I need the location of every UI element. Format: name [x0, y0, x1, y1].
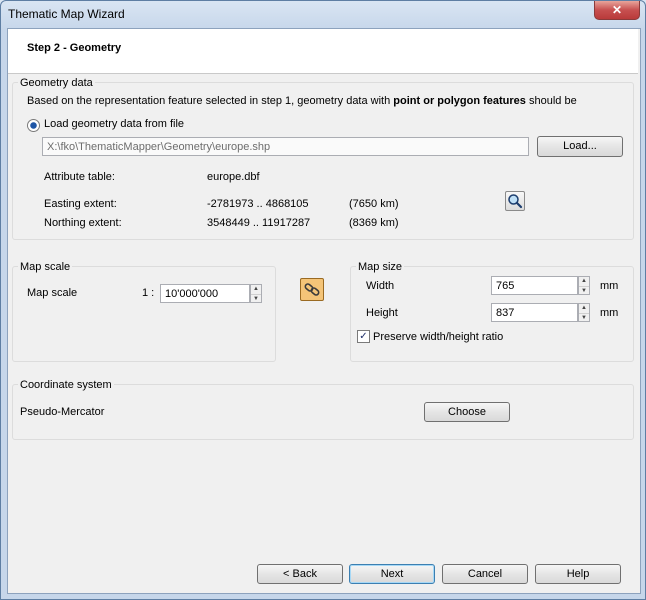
step-title: Step 2 - Geometry [27, 42, 122, 54]
width-unit: mm [600, 280, 619, 292]
map-scale-group [12, 266, 276, 362]
window-title: Thematic Map Wizard [8, 7, 125, 21]
easting-extent-value: -2781973 .. 4868105 [207, 198, 309, 210]
northing-extent-km: (8369 km) [349, 217, 399, 229]
map-scale-group-label: Map scale [18, 261, 73, 273]
height-label: Height [366, 307, 398, 319]
cancel-button[interactable]: Cancel [442, 564, 528, 584]
stepper-up-icon[interactable]: ▲ [251, 285, 261, 295]
close-button[interactable]: ✕ [594, 1, 640, 20]
map-scale-label: Map scale [27, 287, 78, 299]
geometry-desc-suffix: should be [525, 95, 577, 107]
easting-extent-label: Easting extent: [44, 198, 117, 210]
coordinate-system-value: Pseudo-Mercator [20, 406, 105, 418]
map-scale-prefix: 1 : [142, 287, 155, 299]
stepper-up-icon[interactable]: ▲ [579, 277, 589, 287]
geometry-desc-bold: point or polygon features [393, 95, 526, 107]
geometry-group-label: Geometry data [18, 77, 95, 89]
width-stepper[interactable]: ▲ ▼ [578, 276, 590, 295]
width-input[interactable]: 765 [491, 276, 578, 295]
back-button[interactable]: < Back [257, 564, 343, 584]
chain-link-icon [304, 283, 320, 296]
stepper-up-icon[interactable]: ▲ [579, 304, 589, 314]
preserve-ratio-label[interactable]: Preserve width/height ratio [373, 331, 503, 343]
map-size-group-label: Map size [356, 261, 405, 273]
height-input[interactable]: 837 [491, 303, 578, 322]
zoom-extent-button[interactable] [505, 191, 525, 211]
next-button[interactable]: Next [349, 564, 435, 584]
northing-extent-value: 3548449 .. 11917287 [207, 217, 311, 229]
geometry-file-path[interactable]: X:\fko\ThematicMapper\Geometry\europe.sh… [42, 137, 529, 156]
attribute-table-label: Attribute table: [44, 171, 115, 183]
stepper-down-icon[interactable]: ▼ [251, 295, 261, 304]
height-stepper[interactable]: ▲ ▼ [578, 303, 590, 322]
load-file-radio[interactable] [27, 119, 40, 132]
stepper-down-icon[interactable]: ▼ [579, 287, 589, 296]
attribute-table-value: europe.dbf [207, 171, 260, 183]
coordinate-system-group [12, 384, 634, 440]
load-button[interactable]: Load... [537, 136, 623, 157]
help-button[interactable]: Help [535, 564, 621, 584]
height-unit: mm [600, 307, 619, 319]
map-scale-input[interactable]: 10'000'000 [160, 284, 250, 303]
northing-extent-label: Northing extent: [44, 217, 122, 229]
coordinate-system-group-label: Coordinate system [18, 379, 114, 391]
geometry-desc-text: Based on the representation feature sele… [27, 95, 394, 107]
geometry-description: Based on the representation feature sele… [27, 95, 577, 107]
map-scale-stepper[interactable]: ▲ ▼ [250, 284, 262, 303]
magnifier-icon [508, 194, 523, 209]
easting-extent-km: (7650 km) [349, 198, 399, 210]
load-file-radio-label[interactable]: Load geometry data from file [44, 118, 184, 130]
choose-button[interactable]: Choose [424, 402, 510, 422]
width-label: Width [366, 280, 395, 292]
stepper-down-icon[interactable]: ▼ [579, 314, 589, 323]
link-scale-size-toggle[interactable] [300, 278, 324, 301]
preserve-ratio-checkbox[interactable]: ✓ [357, 330, 370, 343]
